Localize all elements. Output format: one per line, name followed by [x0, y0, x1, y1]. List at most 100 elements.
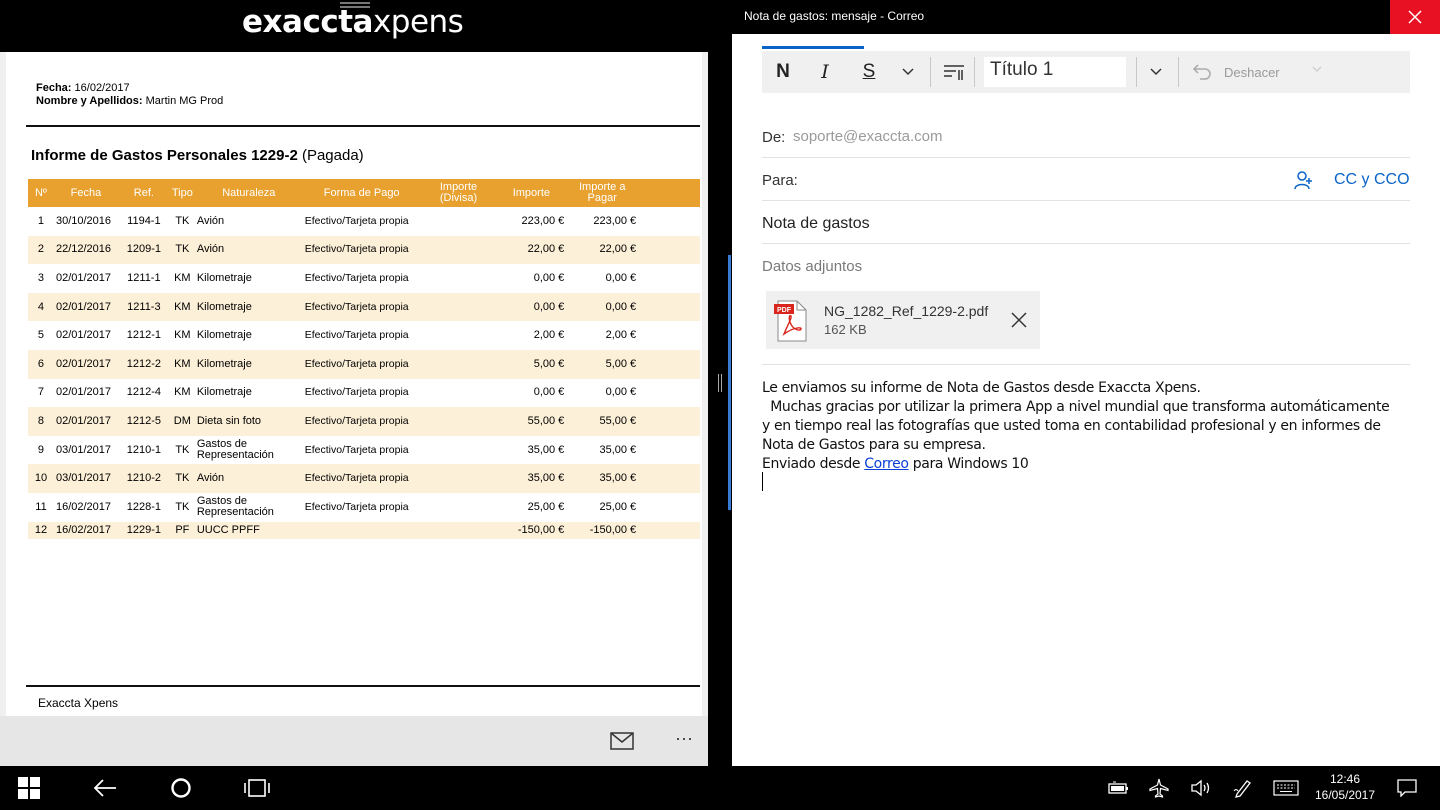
add-person-icon[interactable] [1294, 170, 1314, 190]
back-arrow-icon [93, 779, 116, 797]
task-view-button[interactable] [232, 766, 282, 810]
more-options-icon[interactable]: ··· [672, 728, 696, 748]
cell-ref: 1212-4 [126, 386, 162, 399]
cell-naturaleza: Kilometraje [194, 292, 303, 322]
text-caret [762, 472, 763, 491]
cell-importe-pagar: -150,00 € [566, 521, 639, 539]
paragraph-style-select[interactable]: Título 1 [984, 57, 1126, 87]
cell-num: 1 [37, 214, 45, 227]
send-mail-icon[interactable] [610, 732, 634, 750]
cell-fecha: 03/01/2017 [55, 443, 112, 456]
report-page: Fecha: 16/02/2017 Nombre y Apellidos: Ma… [6, 52, 702, 716]
col-forma-pago: Forma de Pago [302, 179, 421, 207]
cell-tipo: PF [169, 521, 195, 539]
cell-tipo: TK [175, 500, 190, 513]
touch-keyboard-tray-icon[interactable] [1270, 766, 1302, 810]
mail-body-editor[interactable]: Le enviamos su informe de Nota de Gastos… [762, 379, 1392, 474]
chevron-down-icon[interactable] [1312, 66, 1322, 73]
taskbar-clock[interactable]: 12:46 16/05/2017 [1304, 771, 1386, 803]
cell-ref: 1210-2 [117, 464, 170, 493]
subject-field-row[interactable]: Nota de gastos [762, 201, 1410, 244]
to-label: Para: [762, 172, 798, 189]
cell-naturaleza: Kilometraje [196, 329, 252, 342]
cell-tipo: KM [169, 292, 195, 322]
cell-importe-divisa [420, 292, 497, 322]
underline-button[interactable]: S [856, 51, 882, 93]
cell-num: 5 [37, 329, 45, 342]
col-ref: Ref. [117, 179, 170, 207]
windows-logo-icon [18, 777, 40, 799]
cell-importe: -150,00 € [496, 521, 567, 539]
cc-bcc-link[interactable]: CC y CCO [1334, 171, 1410, 189]
battery-icon [1108, 781, 1128, 794]
cortana-button[interactable] [156, 766, 206, 810]
clock-date: 16/05/2017 [1314, 788, 1376, 802]
cell-tipo: TK [175, 214, 190, 227]
cell-tipo: TK [175, 443, 190, 456]
style-dropdown-button[interactable] [1146, 51, 1166, 93]
battery-tray-icon[interactable] [1104, 766, 1134, 810]
cell-naturaleza: Avión [196, 214, 225, 227]
window-splitter[interactable] [708, 0, 732, 766]
nombre-value: Martin MG Prod [145, 95, 224, 107]
format-tab-indicator [762, 46, 864, 49]
pdf-file-icon: PDF [774, 300, 807, 342]
cell-ref: 1212-1 [126, 329, 162, 342]
airplane-mode-tray-icon[interactable] [1144, 766, 1174, 810]
cell-ref: 1211-3 [117, 292, 170, 322]
mail-app-window: Nota de gastos: mensaje - Correo N I S T… [732, 0, 1440, 766]
attachment-name: NG_1282_Ref_1229-2.pdf [824, 303, 989, 319]
table-row: 2 22/12/2016 1209-1 TK Avión Efectivo/Tarjeta… [28, 235, 700, 265]
cell-importe-pagar: 55,00 € [566, 407, 639, 436]
start-button[interactable] [0, 766, 58, 810]
format-toolbar: N I S Título 1 Deshacer [762, 51, 1410, 93]
to-field-row[interactable]: Para: CC y CCO [762, 158, 1410, 201]
body-divider [762, 364, 1410, 365]
cell-importe-divisa [421, 493, 497, 522]
cell-importe-pagar: 223,00 € [593, 214, 637, 227]
pen-tray-icon[interactable] [1228, 766, 1258, 810]
table-row: 1 30/10/2016 1194-1 TK Avión Efectivo/Tarjeta… [28, 207, 700, 236]
splitter-handle[interactable] [718, 374, 722, 392]
cell-fecha: 02/01/2017 [55, 386, 112, 399]
cell-forma-pago: Efectivo/Tarjeta propia [302, 292, 421, 322]
table-row: 3 02/01/2017 1211-1 KM Kilometraje Efectivo/T… [28, 264, 700, 293]
report-viewer[interactable]: Fecha: 16/02/2017 Nombre y Apellidos: Ma… [0, 52, 708, 716]
cell-naturaleza: Dieta sin foto [194, 407, 303, 436]
cell-tipo: TK [169, 235, 195, 265]
italic-button[interactable]: I [812, 51, 838, 93]
correo-link[interactable]: Correo [864, 456, 909, 472]
volume-tray-icon[interactable] [1186, 766, 1216, 810]
report-status: (Pagada) [301, 147, 364, 164]
cell-importe: 25,00 € [527, 500, 565, 513]
toolbar-separator [1178, 57, 1179, 87]
cell-importe-pagar: 22,00 € [566, 235, 639, 265]
back-button[interactable] [80, 766, 130, 810]
svg-text:PDF: PDF [777, 307, 792, 314]
cell-importe-pagar: 25,00 € [599, 500, 637, 513]
cell-importe: 5,00 € [496, 349, 567, 379]
remove-attachment-button[interactable] [1010, 311, 1028, 329]
cell-spacer [638, 464, 700, 493]
toolbar-separator [930, 57, 931, 87]
bold-button[interactable]: N [770, 51, 796, 93]
subject-input[interactable]: Nota de gastos [762, 215, 870, 233]
close-window-button[interactable] [1390, 0, 1440, 34]
undo-icon [1192, 64, 1211, 80]
cell-naturaleza: Avión [194, 464, 303, 493]
from-account-value[interactable]: soporte@exaccta.com [793, 128, 942, 145]
cell-naturaleza: Kilometraje [194, 349, 303, 379]
attachment-card[interactable]: PDF NG_1282_Ref_1229-2.pdf 162 KB [766, 291, 1040, 349]
action-center-button[interactable] [1392, 766, 1422, 810]
cell-forma-pago: Efectivo/Tarjeta propia [302, 407, 421, 436]
report-title: Informe de Gastos Personales 1229-2 (Pag… [31, 147, 364, 164]
cell-importe-divisa [420, 464, 497, 493]
paragraph-format-button[interactable] [940, 51, 968, 93]
table-row: 9 03/01/2017 1210-1 TK Gastos de Representac… [28, 436, 700, 465]
col-spacer [638, 179, 700, 207]
cell-importe-divisa [420, 407, 497, 436]
cell-ref: 1210-1 [126, 443, 162, 456]
cell-naturaleza: Avión [194, 235, 303, 265]
more-format-button[interactable] [898, 51, 918, 93]
cell-importe-pagar: 35,00 € [566, 464, 639, 493]
